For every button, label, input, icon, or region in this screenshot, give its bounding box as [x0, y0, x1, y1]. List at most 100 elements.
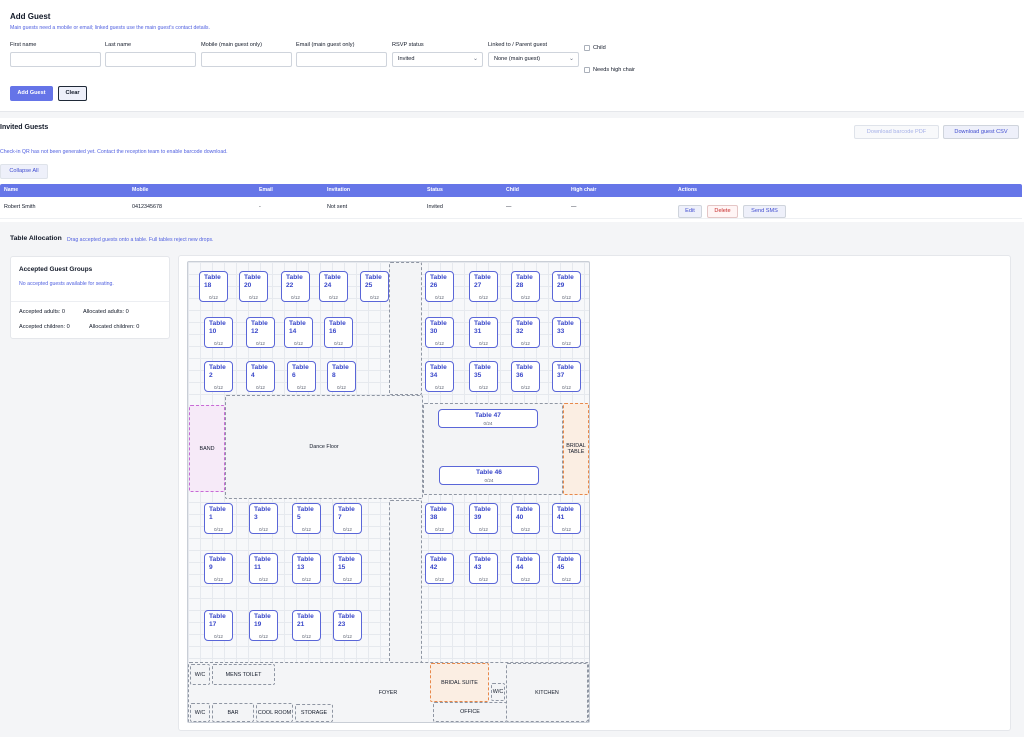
seating-table[interactable]: Table 37 0/12	[552, 361, 581, 392]
seating-table[interactable]: Table 39 0/12	[469, 503, 498, 534]
collapse-all-button[interactable]: Collapse All	[0, 164, 48, 179]
seating-table[interactable]: Table 41 0/12	[552, 503, 581, 534]
add-guest-button[interactable]: Add Guest	[10, 86, 53, 101]
seating-table[interactable]: Table 27 0/12	[469, 271, 498, 302]
seating-table[interactable]: Table 40 0/12	[511, 503, 540, 534]
seating-table[interactable]: Table 30 0/12	[425, 317, 454, 348]
groups-note: No accepted guests available for seating…	[19, 281, 114, 287]
table-seat-count: 0/12	[259, 634, 268, 639]
seating-table[interactable]: Table 22 0/12	[281, 271, 310, 302]
seating-table[interactable]: Table 1 0/12	[204, 503, 233, 534]
table-seat-count: 0/12	[479, 385, 488, 390]
foyer: FOYER	[338, 682, 438, 704]
table-seat-count: 0/12	[435, 341, 444, 346]
table-label: Table 32	[516, 320, 533, 335]
table-label: Table 40	[516, 506, 533, 521]
seating-table[interactable]: Table 17 0/12	[204, 610, 233, 641]
send-sms-button[interactable]: Send SMS	[743, 205, 786, 218]
seating-table[interactable]: Table 21 0/12	[292, 610, 321, 641]
email-input[interactable]	[296, 52, 387, 67]
rsvp-select[interactable]: Invited ⌄	[392, 52, 483, 67]
table-seat-count: 0/12	[214, 527, 223, 532]
wc-area: W/C	[190, 703, 210, 722]
table-seat-count: 0/12	[370, 295, 379, 300]
seating-table[interactable]: Table 19 0/12	[249, 610, 278, 641]
seating-table[interactable]: Table 15 0/12	[333, 553, 362, 584]
child-checkbox[interactable]	[584, 45, 590, 51]
seating-table[interactable]: Table 12 0/12	[246, 317, 275, 348]
seating-table[interactable]: Table 2 0/12	[204, 361, 233, 392]
seating-table[interactable]: Table 6 0/12	[287, 361, 316, 392]
seating-table[interactable]: Table 18 0/12	[199, 271, 228, 302]
cool-room: COOL ROOM	[256, 703, 293, 722]
table-label: Table 36	[516, 364, 533, 379]
bridal-table[interactable]: BRIDAL TABLE	[563, 403, 589, 495]
seating-table[interactable]: Table 32 0/12	[511, 317, 540, 348]
long-table[interactable]: Table 47 0/24	[438, 409, 538, 428]
table-label: Table 1	[209, 506, 226, 521]
table-seat-count: 0/12	[521, 385, 530, 390]
seating-table[interactable]: Table 29 0/12	[552, 271, 581, 302]
seating-table[interactable]: Table 42 0/12	[425, 553, 454, 584]
table-label: Table 35	[474, 364, 491, 379]
mobile-input[interactable]	[201, 52, 292, 67]
seating-table[interactable]: Table 8 0/12	[327, 361, 356, 392]
table-seat-count: 0/12	[291, 295, 300, 300]
table-seat-count: 0/12	[479, 295, 488, 300]
table-label: Table 22	[286, 274, 303, 289]
wc-label: W/C	[194, 709, 206, 716]
edit-button[interactable]: Edit	[678, 205, 702, 218]
seating-table[interactable]: Table 10 0/12	[204, 317, 233, 348]
seating-table[interactable]: Table 26 0/12	[425, 271, 454, 302]
table-seat-count: 0/12	[214, 634, 223, 639]
seating-table[interactable]: Table 44 0/12	[511, 553, 540, 584]
seating-table[interactable]: Table 7 0/12	[333, 503, 362, 534]
table-seat-count: 0/12	[294, 341, 303, 346]
guest-name: Robert Smith	[4, 204, 36, 210]
seating-table[interactable]: Table 25 0/12	[360, 271, 389, 302]
wc-area: W/C	[190, 664, 210, 685]
seating-table[interactable]: Table 3 0/12	[249, 503, 278, 534]
seating-table[interactable]: Table 23 0/12	[333, 610, 362, 641]
rsvp-label: RSVP status	[392, 42, 424, 48]
guest-mobile: 0412345678	[132, 204, 162, 210]
col-email[interactable]: Email	[259, 184, 273, 197]
seating-table[interactable]: Table 36 0/12	[511, 361, 540, 392]
seating-table[interactable]: Table 31 0/12	[469, 317, 498, 348]
seating-table[interactable]: Table 43 0/12	[469, 553, 498, 584]
seating-table[interactable]: Table 13 0/12	[292, 553, 321, 584]
long-table[interactable]: Table 46 0/24	[439, 466, 539, 485]
email-label: Email (main guest only)	[296, 42, 355, 48]
foyer-label: FOYER	[378, 690, 398, 696]
clear-button[interactable]: Clear	[58, 86, 87, 101]
first-name-input[interactable]	[10, 52, 101, 67]
seating-table[interactable]: Table 33 0/12	[552, 317, 581, 348]
seating-table[interactable]: Table 5 0/12	[292, 503, 321, 534]
seating-table[interactable]: Table 20 0/12	[239, 271, 268, 302]
linked-select[interactable]: None (main guest) ⌄	[488, 52, 579, 67]
seating-table[interactable]: Table 38 0/12	[425, 503, 454, 534]
seating-table[interactable]: Table 45 0/12	[552, 553, 581, 584]
delete-button[interactable]: Delete	[707, 205, 738, 218]
download-guest-csv-button[interactable]: Download guest CSV	[943, 125, 1019, 139]
seating-table[interactable]: Table 9 0/12	[204, 553, 233, 584]
seating-table[interactable]: Table 24 0/12	[319, 271, 348, 302]
seating-table[interactable]: Table 35 0/12	[469, 361, 498, 392]
guest-child: —	[506, 204, 512, 210]
seating-table[interactable]: Table 34 0/12	[425, 361, 454, 392]
download-barcode-pdf-button[interactable]: Download barcode PDF	[854, 125, 939, 139]
seating-table[interactable]: Table 11 0/12	[249, 553, 278, 584]
seating-table[interactable]: Table 16 0/12	[324, 317, 353, 348]
table-label: Table 14	[289, 320, 306, 335]
seating-table[interactable]: Table 14 0/12	[284, 317, 313, 348]
last-name-input[interactable]	[105, 52, 196, 67]
mobile-label: Mobile (main guest only)	[201, 42, 262, 48]
table-seat-count: 0/12	[297, 385, 306, 390]
table-label: Table 25	[365, 274, 382, 289]
high-chair-checkbox[interactable]	[584, 67, 590, 73]
chevron-down-icon: ⌄	[472, 56, 478, 62]
seating-table[interactable]: Table 4 0/12	[246, 361, 275, 392]
table-allocation-title: Table Allocation	[10, 235, 62, 242]
allocated-children: Allocated children: 0	[89, 324, 140, 330]
seating-table[interactable]: Table 28 0/12	[511, 271, 540, 302]
